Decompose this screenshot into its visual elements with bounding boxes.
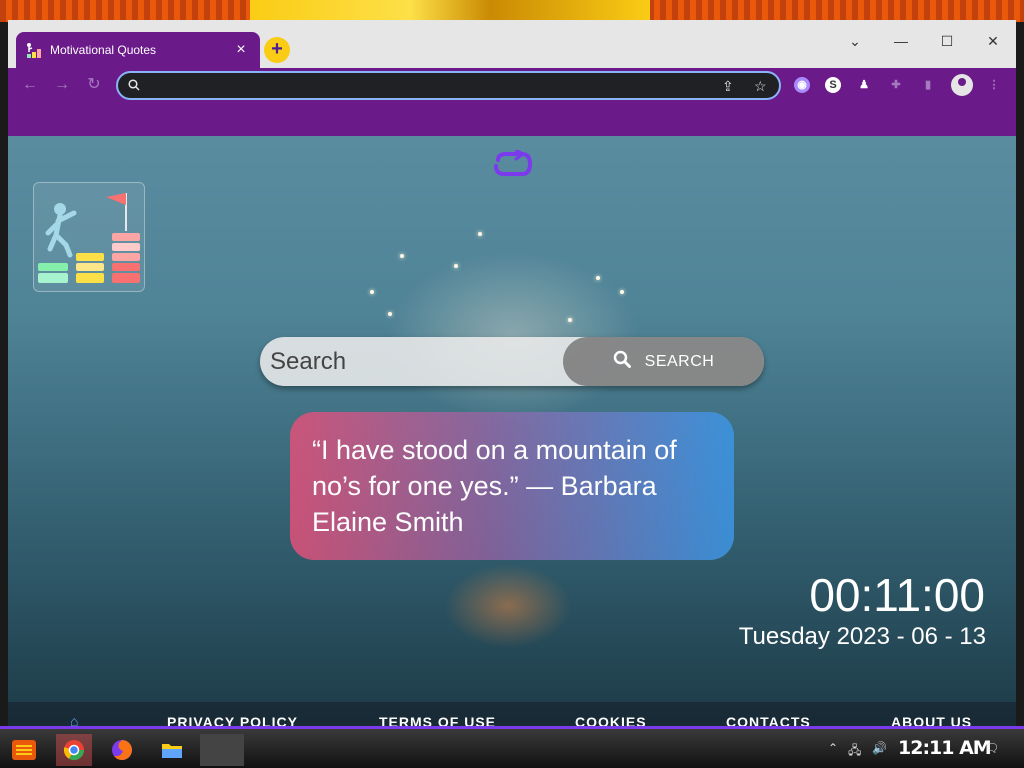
forward-icon[interactable]: →: [52, 75, 72, 95]
tab-title: Motivational Quotes: [50, 43, 157, 57]
browser-window: Motivational Quotes × + ⌄ — ☐ ✕ ← → ↻ ⇪ …: [8, 20, 1016, 726]
taskbar: ⌃ 🖧 🔊 12:11 AM 🗨: [0, 726, 1024, 768]
tab-search-chevron-icon[interactable]: ⌄: [832, 26, 878, 56]
back-icon[interactable]: ←: [20, 75, 40, 95]
tab-motivational-quotes[interactable]: Motivational Quotes ×: [16, 32, 260, 68]
sparkle-decoration: [620, 290, 624, 294]
address-input[interactable]: [150, 76, 710, 95]
new-tab-button[interactable]: +: [264, 37, 290, 63]
file-explorer-taskbar-icon[interactable]: [154, 734, 190, 766]
menu-kebab-icon[interactable]: ⋮: [986, 77, 1002, 93]
tray-chevron-icon[interactable]: ⌃: [828, 741, 838, 755]
notifications-icon[interactable]: 🗨: [984, 741, 999, 755]
footer-link-cookies[interactable]: COOKIES: [575, 714, 647, 726]
footer-link-terms-of-use[interactable]: TERMS OF USE: [379, 714, 496, 726]
close-button[interactable]: ✕: [970, 26, 1016, 56]
tab-close-icon[interactable]: ×: [232, 41, 250, 59]
footer-link-privacy-policy[interactable]: PRIVACY POLICY: [167, 714, 298, 726]
search-input[interactable]: [270, 345, 560, 378]
side-panel-icon[interactable]: ▮: [920, 77, 936, 93]
browser-toolbar: ← → ↻ ⇪ ☆ ◉ S ♟ ✚ ▮ ⋮: [8, 68, 1016, 102]
taskbar-clock[interactable]: 12:11 AM: [898, 737, 992, 759]
extension-icon[interactable]: ◉: [794, 77, 810, 93]
new-tab-page: SEARCH “I have stood on a mountain of no…: [8, 136, 1016, 726]
sparkle-decoration: [400, 254, 404, 258]
network-icon[interactable]: 🖧: [848, 741, 861, 762]
clock-time: 00:11:00: [809, 569, 985, 621]
minimize-button[interactable]: —: [878, 26, 924, 56]
reload-icon[interactable]: ↻: [84, 75, 104, 95]
maximize-button[interactable]: ☐: [924, 26, 970, 56]
s-extension-icon[interactable]: S: [825, 77, 841, 93]
volume-icon[interactable]: 🔊: [872, 741, 887, 755]
search-icon: [613, 350, 631, 373]
quote-card: “I have stood on a mountain of no’s for …: [290, 412, 734, 560]
title-bar: Motivational Quotes × + ⌄ — ☐ ✕: [8, 20, 1016, 68]
address-bar[interactable]: ⇪ ☆: [116, 71, 781, 100]
app-logo[interactable]: [33, 182, 145, 292]
tab-favicon-icon: [26, 42, 42, 58]
sparkle-decoration: [596, 276, 600, 280]
sparkle-decoration: [370, 290, 374, 294]
sparkle-decoration: [388, 312, 392, 316]
sparkle-decoration: [568, 318, 572, 322]
quote-text: “I have stood on a mountain of no’s for …: [312, 435, 677, 537]
search-button[interactable]: SEARCH: [563, 337, 764, 386]
footer-link-contacts[interactable]: CONTACTS: [726, 714, 811, 726]
sparkle-decoration: [454, 264, 458, 268]
puzzle-icon[interactable]: ✚: [888, 77, 904, 93]
refresh-quote-icon[interactable]: [490, 150, 534, 178]
chrome-taskbar-icon[interactable]: [56, 734, 92, 766]
profile-avatar-icon[interactable]: [951, 74, 973, 96]
desktop-wallpaper: [0, 0, 1024, 22]
bookmark-star-icon[interactable]: ☆: [754, 78, 767, 95]
bookmark-bar: [8, 102, 1016, 136]
sparkle-decoration: [478, 232, 482, 236]
clock-date: Tuesday 2023 - 06 - 13: [738, 623, 986, 650]
search-button-label: SEARCH: [644, 352, 715, 370]
wallpaper-art: [250, 0, 650, 22]
footer: ⌂ PRIVACY POLICY TERMS OF USE COOKIES CO…: [8, 702, 1016, 726]
taskbar-window-preview[interactable]: [200, 734, 244, 766]
footer-link-about-us[interactable]: ABOUT US: [891, 714, 972, 726]
firefox-taskbar-icon[interactable]: [104, 734, 140, 766]
home-icon[interactable]: ⌂: [70, 713, 78, 726]
motivational-quotes-extension-icon[interactable]: ♟: [856, 77, 872, 93]
share-icon[interactable]: ⇪: [722, 78, 734, 95]
search-icon: [128, 79, 140, 94]
search-bar: SEARCH: [260, 337, 764, 386]
start-button[interactable]: [6, 734, 42, 766]
